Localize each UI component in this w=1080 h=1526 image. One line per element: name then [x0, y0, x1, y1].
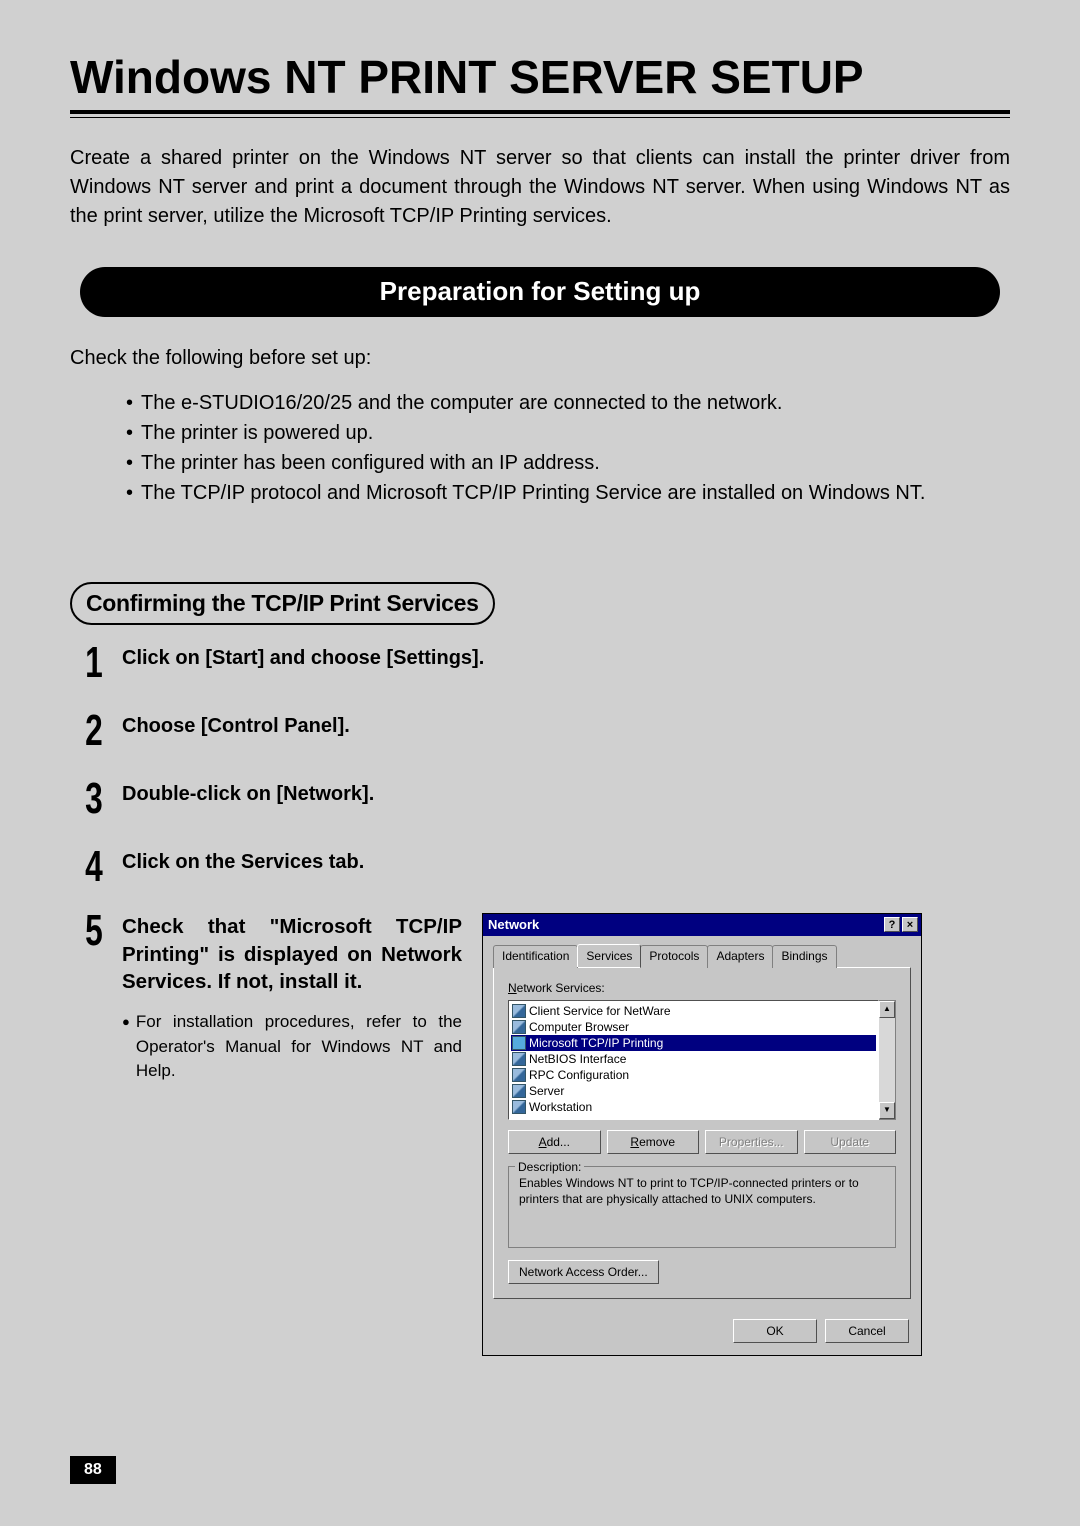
description-group: Description: Enables Windows NT to print…: [508, 1166, 896, 1248]
service-icon: [512, 1084, 526, 1098]
service-icon: [512, 1036, 526, 1050]
bullet-item: The printer has been configured with an …: [126, 448, 1010, 478]
tab-identification[interactable]: Identification: [493, 945, 578, 968]
step-title: Check that "Microsoft TCP/IP Printing" i…: [122, 913, 462, 996]
description-label: Description:: [515, 1159, 584, 1175]
dialog-titlebar: Network ? ×: [483, 914, 921, 936]
check-bullet-list: The e-STUDIO16/20/25 and the computer ar…: [70, 388, 1010, 508]
close-icon[interactable]: ×: [902, 917, 918, 932]
title-rule-thick: [70, 110, 1010, 114]
list-item[interactable]: Computer Browser: [511, 1019, 876, 1035]
step-title: Click on the Services tab.: [122, 849, 1010, 876]
step-number: 3: [77, 777, 112, 821]
add-button[interactable]: Add...: [508, 1130, 601, 1154]
step-title: Choose [Control Panel].: [122, 713, 1010, 740]
step-5-note: ● For installation procedures, refer to …: [122, 1010, 462, 1084]
subheading-pill: Confirming the TCP/IP Print Services: [70, 582, 495, 625]
ok-button[interactable]: OK: [733, 1319, 817, 1343]
help-icon[interactable]: ?: [884, 917, 900, 932]
section-banner: Preparation for Setting up: [80, 267, 1000, 317]
step-4: 4 Click on the Services tab.: [70, 849, 1010, 889]
network-services-listbox[interactable]: Client Service for NetWare Computer Brow…: [508, 1000, 879, 1120]
list-item[interactable]: RPC Configuration: [511, 1067, 876, 1083]
service-icon: [512, 1100, 526, 1114]
network-access-order-button[interactable]: Network Access Order...: [508, 1260, 659, 1284]
note-bullet-icon: ●: [122, 1010, 130, 1084]
tab-bindings[interactable]: Bindings: [772, 945, 836, 968]
step-5: 5 Check that "Microsoft TCP/IP Printing"…: [70, 913, 1010, 1356]
remove-button[interactable]: Remove: [607, 1130, 700, 1154]
network-dialog: Network ? × Identification Services Prot…: [482, 913, 922, 1356]
step-2: 2 Choose [Control Panel].: [70, 713, 1010, 753]
list-item[interactable]: Client Service for NetWare: [511, 1003, 876, 1019]
cancel-button[interactable]: Cancel: [825, 1319, 909, 1343]
note-text: For installation procedures, refer to th…: [136, 1010, 462, 1084]
step-number: 4: [77, 845, 112, 889]
service-icon: [512, 1068, 526, 1082]
service-icon: [512, 1020, 526, 1034]
tab-protocols[interactable]: Protocols: [640, 945, 708, 968]
title-rule-thin: [70, 117, 1010, 118]
listbox-scrollbar[interactable]: ▲ ▼: [879, 1000, 896, 1120]
check-intro: Check the following before set up:: [70, 347, 1010, 370]
bullet-item: The TCP/IP protocol and Microsoft TCP/IP…: [126, 478, 1010, 508]
list-item[interactable]: Microsoft TCP/IP Printing: [511, 1035, 876, 1051]
service-icon: [512, 1004, 526, 1018]
step-list: 1 Click on [Start] and choose [Settings]…: [70, 645, 1010, 1356]
tab-services[interactable]: Services: [577, 944, 641, 967]
step-title: Double-click on [Network].: [122, 781, 1010, 808]
service-icon: [512, 1052, 526, 1066]
dialog-title: Network: [488, 916, 539, 934]
scroll-up-icon[interactable]: ▲: [879, 1001, 895, 1018]
network-services-label: Network Services:: [508, 980, 896, 996]
tab-adapters[interactable]: Adapters: [707, 945, 773, 968]
step-number: 5: [77, 909, 112, 953]
step-number: 2: [77, 709, 112, 753]
dialog-tabs: Identification Services Protocols Adapte…: [493, 944, 911, 967]
list-item[interactable]: NetBIOS Interface: [511, 1051, 876, 1067]
intro-text: Create a shared printer on the Windows N…: [70, 144, 1010, 231]
step-number: 1: [77, 641, 112, 685]
description-text: Enables Windows NT to print to TCP/IP-co…: [519, 1175, 885, 1207]
bullet-item: The printer is powered up.: [126, 418, 1010, 448]
list-item[interactable]: Server: [511, 1083, 876, 1099]
bullet-item: The e-STUDIO16/20/25 and the computer ar…: [126, 388, 1010, 418]
update-button[interactable]: Update: [804, 1130, 897, 1154]
properties-button[interactable]: Properties...: [705, 1130, 798, 1154]
step-1: 1 Click on [Start] and choose [Settings]…: [70, 645, 1010, 685]
step-3: 3 Double-click on [Network].: [70, 781, 1010, 821]
network-dialog-screenshot: Network ? × Identification Services Prot…: [482, 913, 922, 1356]
page-number: 88: [70, 1456, 116, 1484]
list-item[interactable]: Workstation: [511, 1099, 876, 1115]
step-title: Click on [Start] and choose [Settings].: [122, 645, 1010, 672]
scroll-down-icon[interactable]: ▼: [879, 1102, 895, 1119]
page-title: Windows NT PRINT SERVER SETUP: [70, 50, 1010, 104]
